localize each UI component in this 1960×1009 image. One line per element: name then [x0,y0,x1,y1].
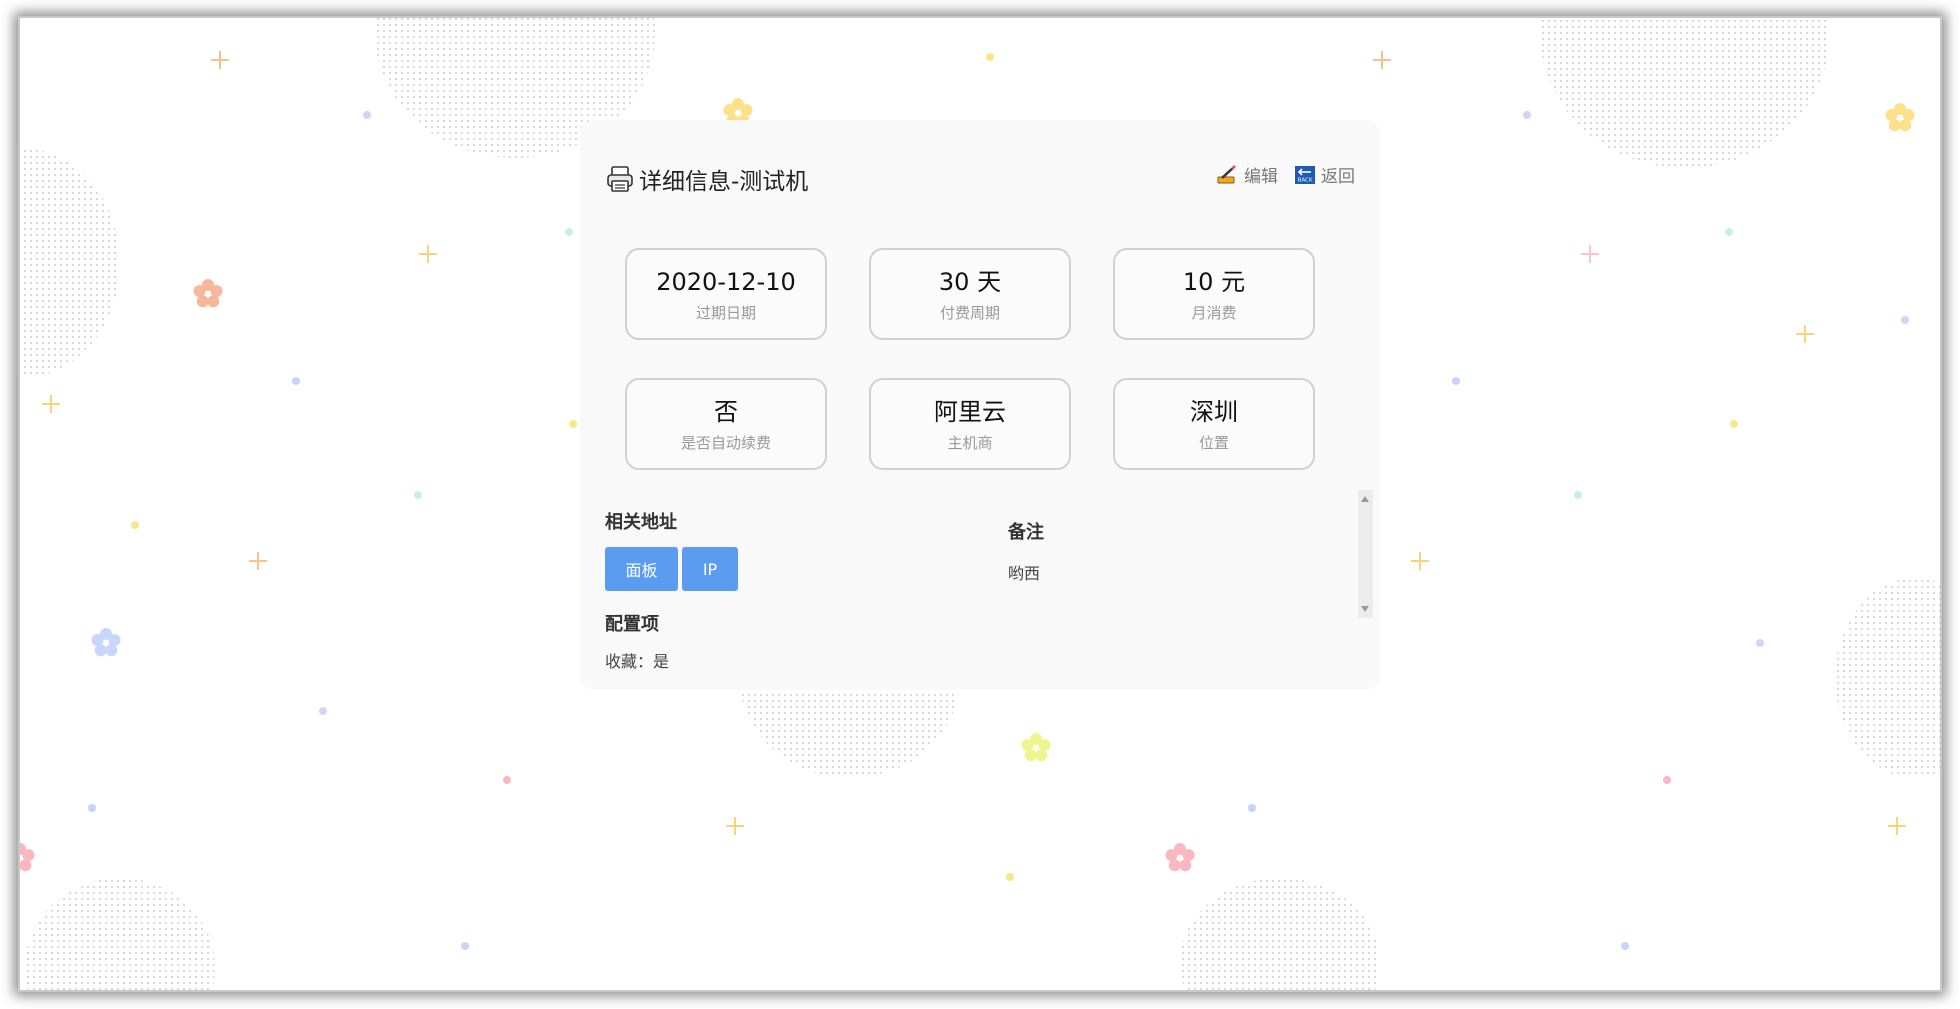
stat-value: 否 [714,397,738,426]
detail-card: 详细信息-测试机 编辑 BACK 返回 2020-12-10 过期日期 30 天… [580,120,1380,690]
card-header: 详细信息-测试机 [605,162,808,196]
config-section-title: 配置项 [605,614,659,635]
stat-label: 付费周期 [939,303,1000,322]
back-button[interactable]: BACK 返回 [1294,162,1355,187]
config-item: 收藏：是 [605,652,670,671]
card-actions: 编辑 BACK 返回 [1217,162,1355,187]
stat-value: 深圳 [1190,397,1238,426]
stat-value: 10 元 [1182,267,1246,296]
notes-scrollbar[interactable] [1358,490,1373,618]
stat-auto-renew: 否 是否自动续费 [625,378,827,470]
stat-value: 30 天 [938,267,1002,296]
stat-label: 位置 [1198,433,1229,452]
edit-button[interactable]: 编辑 [1217,162,1278,187]
scroll-up-icon[interactable] [1361,496,1369,502]
notes-section-title: 备注 [1008,522,1044,543]
stats-grid: 2020-12-10 过期日期 30 天 付费周期 10 元 月消费 否 是否自… [625,248,1315,470]
stat-value: 2020-12-10 [656,267,796,296]
ip-link-button[interactable]: IP [682,547,738,591]
back-label: 返回 [1321,167,1355,187]
notes-text: 哟西 [1008,564,1041,583]
stat-label: 主机商 [947,433,993,452]
stat-label: 过期日期 [695,303,756,322]
pencil-edit-icon [1217,164,1236,183]
stat-billing-cycle: 30 天 付费周期 [869,248,1071,340]
stat-expiry-date: 2020-12-10 过期日期 [625,248,827,340]
scroll-down-icon[interactable] [1361,606,1369,612]
stat-provider: 阿里云 主机商 [869,378,1071,470]
panel-link-button[interactable]: 面板 [605,547,678,591]
back-icon: BACK [1295,165,1315,184]
edit-label: 编辑 [1244,167,1278,187]
links-section-title: 相关地址 [605,512,677,533]
stat-label: 月消费 [1191,303,1237,322]
stat-location: 深圳 位置 [1113,378,1315,470]
stat-value: 阿里云 [934,397,1006,426]
stat-monthly-cost: 10 元 月消费 [1113,248,1315,340]
page-title: 详细信息-测试机 [639,169,809,195]
browser-viewport: 详细信息-测试机 编辑 BACK 返回 2020-12-10 过期日期 30 天… [20,18,1940,990]
svg-text:BACK: BACK [1298,177,1313,183]
stat-label: 是否自动续费 [680,433,771,452]
printer-icon [607,166,633,192]
